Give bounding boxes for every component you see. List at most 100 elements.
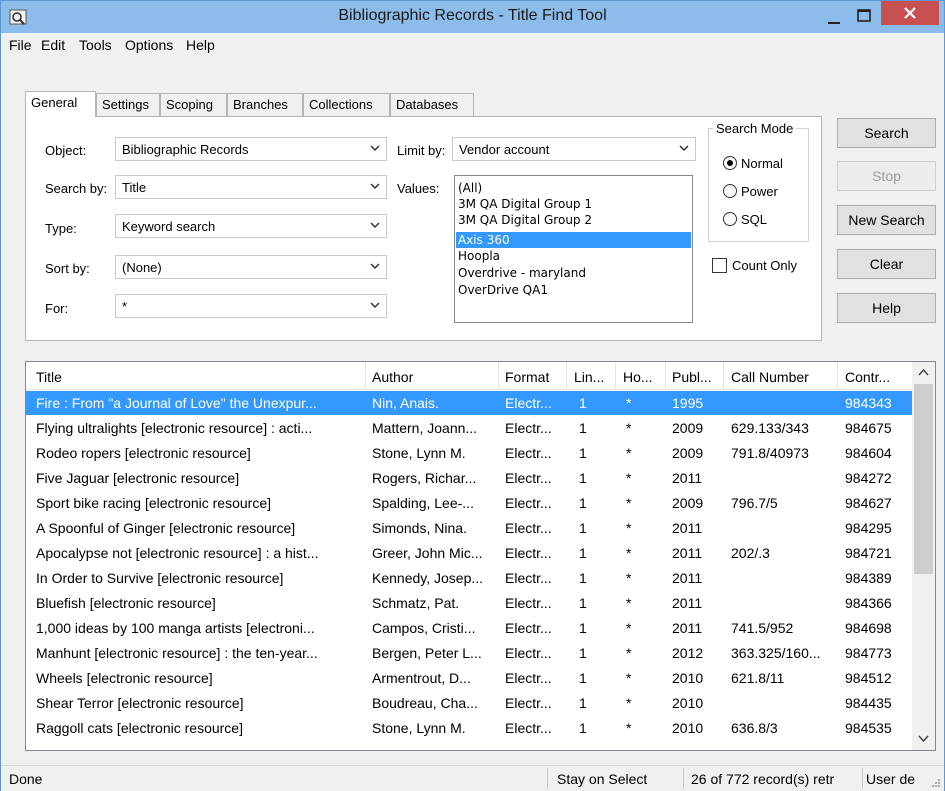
cell-holdings: *: [626, 670, 632, 686]
values-option[interactable]: Hoopla: [456, 248, 691, 264]
limitby-select[interactable]: Vendor account: [452, 137, 696, 161]
cell-links: 1: [579, 670, 587, 686]
minimize-icon[interactable]: [821, 7, 847, 29]
table-row[interactable]: Five Jaguar [electronic resource] Rogers,…: [26, 466, 912, 490]
cell-control: 984721: [845, 545, 892, 561]
table-row[interactable]: 1,000 ideas by 100 manga artists [electr…: [26, 616, 912, 640]
status-mode: Stay on Select: [557, 771, 648, 787]
chevron-down-icon: [370, 183, 380, 190]
values-option[interactable]: 3M QA Digital Group 1: [456, 196, 691, 212]
title-bar[interactable]: Bibliographic Records - Title Find Tool: [1, 1, 944, 33]
searchby-select[interactable]: Title: [115, 175, 387, 199]
column-header-links[interactable]: Lin...: [574, 369, 610, 385]
sortby-select[interactable]: (None): [115, 255, 387, 279]
cell-author: Bergen, Peter L...: [372, 645, 482, 661]
values-option[interactable]: 3M QA Digital Group 2: [456, 212, 691, 228]
tab-branches[interactable]: Branches: [227, 93, 303, 116]
cell-control: 984272: [845, 470, 892, 486]
values-option[interactable]: (All): [456, 180, 691, 196]
tab-general[interactable]: General: [25, 91, 96, 117]
stop-button[interactable]: Stop: [837, 161, 936, 191]
help-button[interactable]: Help: [837, 293, 936, 323]
table-row[interactable]: In Order to Survive [electronic resource…: [26, 566, 912, 590]
close-icon[interactable]: [881, 1, 939, 25]
cell-links: 1: [579, 720, 587, 736]
table-row[interactable]: Apocalypse not [electronic resource] : a…: [26, 541, 912, 565]
tab-databases[interactable]: Databases: [390, 93, 474, 116]
cell-holdings: *: [626, 595, 632, 611]
values-listbox[interactable]: (All) 3M QA Digital Group 1 3M QA Digita…: [454, 175, 693, 323]
column-header-control[interactable]: Contr...: [845, 369, 905, 385]
menu-file[interactable]: File: [9, 37, 32, 53]
table-row-selected[interactable]: Fire : From "a Journal of Love" the Unex…: [26, 391, 912, 415]
values-option[interactable]: Overdrive - maryland: [456, 265, 691, 281]
column-divider[interactable]: [837, 362, 838, 390]
table-row[interactable]: Wheels [electronic resource] Armentrout, …: [26, 666, 912, 690]
chevron-down-icon: [370, 263, 380, 270]
scroll-down-icon[interactable]: [918, 734, 929, 743]
table-row[interactable]: Raggoll cats [electronic resource] Stone,…: [26, 716, 912, 740]
cell-links: 1: [579, 470, 587, 486]
menu-edit[interactable]: Edit: [41, 37, 65, 53]
cell-title: Rodeo ropers [electronic resource]: [36, 445, 251, 461]
cell-links: 1: [579, 620, 587, 636]
object-select[interactable]: Bibliographic Records: [115, 137, 387, 161]
table-row[interactable]: Manhunt [electronic resource] : the ten-…: [26, 641, 912, 665]
cell-call-number: 363.325/160...: [731, 645, 821, 661]
menu-options[interactable]: Options: [125, 37, 173, 53]
column-header-call-number[interactable]: Call Number: [731, 369, 835, 385]
cell-links: 1: [579, 445, 587, 461]
cell-control: 984773: [845, 645, 892, 661]
column-header-author[interactable]: Author: [372, 369, 496, 385]
tab-collections[interactable]: Collections: [303, 93, 390, 116]
search-button[interactable]: Search: [837, 118, 936, 148]
maximize-icon[interactable]: [851, 5, 877, 27]
cell-title: Manhunt [electronic resource] : the ten-…: [36, 645, 318, 661]
column-divider[interactable]: [723, 362, 724, 390]
table-row[interactable]: A Spoonful of Ginger [electronic resourc…: [26, 516, 912, 540]
table-row[interactable]: Rodeo ropers [electronic resource] Stone,…: [26, 441, 912, 465]
cell-control: 984343: [845, 395, 892, 411]
limitby-label: Limit by:: [397, 143, 446, 158]
cell-title: A Spoonful of Ginger [electronic resourc…: [36, 520, 296, 536]
tab-settings[interactable]: Settings: [96, 93, 160, 116]
new-search-button[interactable]: New Search: [837, 205, 936, 235]
menu-tools[interactable]: Tools: [79, 37, 112, 53]
values-option-selected[interactable]: Axis 360: [456, 232, 691, 248]
table-row[interactable]: Bluefish [electronic resource] Schmatz, P…: [26, 591, 912, 615]
cell-publication: 2010: [672, 695, 704, 711]
column-divider[interactable]: [365, 362, 366, 390]
resize-grip-icon[interactable]: [931, 778, 941, 788]
status-divider: [862, 768, 863, 789]
radio-circle: [723, 184, 737, 198]
column-header-publication[interactable]: Publ...: [672, 369, 718, 385]
for-input[interactable]: *: [115, 294, 387, 318]
vertical-scrollbar[interactable]: [912, 362, 935, 750]
values-option[interactable]: OverDrive QA1: [456, 282, 691, 298]
cell-holdings: *: [626, 620, 632, 636]
column-divider[interactable]: [665, 362, 666, 390]
cell-links: 1: [579, 695, 587, 711]
cell-title: Flying ultralights [electronic resource]…: [36, 420, 313, 436]
clear-button[interactable]: Clear: [837, 249, 936, 279]
scroll-up-icon[interactable]: [918, 368, 929, 377]
column-header-title[interactable]: Title: [36, 369, 356, 385]
column-divider[interactable]: [498, 362, 499, 390]
cell-publication: 2011: [672, 570, 703, 586]
type-select[interactable]: Keyword search: [115, 214, 387, 238]
cell-links: 1: [579, 520, 587, 536]
table-row[interactable]: Shear Terror [electronic resource] Boudre…: [26, 691, 912, 715]
table-row[interactable]: Sport bike racing [electronic resource] S…: [26, 491, 912, 515]
object-value: Bibliographic Records: [122, 142, 249, 157]
table-row[interactable]: Flying ultralights [electronic resource]…: [26, 416, 912, 440]
scrollbar-thumb[interactable]: [914, 384, 933, 574]
results-grid[interactable]: Title Author Format Lin... Ho... Publ...…: [25, 361, 936, 751]
menu-help[interactable]: Help: [186, 37, 215, 53]
column-divider[interactable]: [615, 362, 616, 390]
cell-holdings: *: [626, 695, 632, 711]
tab-scoping[interactable]: Scoping: [160, 93, 227, 116]
column-header-holdings[interactable]: Ho...: [623, 369, 659, 385]
column-header-format[interactable]: Format: [505, 369, 563, 385]
column-divider[interactable]: [566, 362, 567, 390]
cell-holdings: *: [626, 720, 632, 736]
